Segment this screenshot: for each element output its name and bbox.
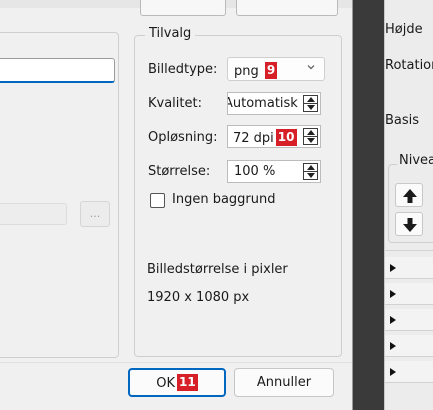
list-row[interactable]	[385, 283, 433, 305]
list-row[interactable]	[385, 309, 433, 331]
quality-value: Automatisk	[227, 96, 298, 111]
size-label: Størrelse:	[148, 164, 211, 179]
properties-panel: Højde Rotation Basis Niveau	[384, 0, 433, 410]
filename-input[interactable]	[0, 58, 115, 83]
base-label: Basis	[385, 113, 420, 128]
image-type-select[interactable]: png 9	[227, 57, 325, 81]
quality-label: Kvalitet:	[148, 96, 202, 111]
options-group-title: Tilvalg	[145, 26, 196, 41]
cancel-button[interactable]: Annuller	[234, 368, 334, 397]
callout-badge-10: 10	[275, 129, 297, 146]
expand-arrow-icon[interactable]	[390, 368, 396, 376]
no-background-checkbox[interactable]	[150, 193, 165, 208]
expand-arrow-icon[interactable]	[390, 290, 396, 298]
footer-divider	[0, 362, 352, 363]
size-value: 100 %	[234, 164, 276, 179]
browse-button[interactable]: ...	[80, 201, 110, 227]
rotation-label: Rotation	[385, 58, 433, 73]
expand-arrow-icon[interactable]	[390, 316, 396, 324]
ok-button[interactable]: OK 11	[128, 368, 226, 397]
list-row[interactable]	[385, 335, 433, 357]
image-type-value: png 9	[234, 62, 278, 79]
height-label: Højde	[385, 22, 423, 37]
spinner-arrows-icon[interactable]	[303, 95, 318, 112]
resolution-label: Opløsning:	[148, 130, 218, 145]
export-dialog: ... Tilvalg Billedtype: png 9 Kvalitet: …	[0, 0, 353, 410]
list-row[interactable]	[385, 361, 433, 383]
level-group-title: Niveau	[397, 153, 433, 168]
spinner-arrows-icon[interactable]	[303, 163, 318, 180]
arrow-down-icon	[403, 218, 417, 232]
list-row[interactable]	[385, 257, 433, 279]
no-background-label: Ingen baggrund	[172, 192, 276, 207]
move-up-button[interactable]	[395, 183, 423, 207]
expand-arrow-icon[interactable]	[390, 264, 396, 272]
pixel-size-label: Billedstørrelse i pixler	[147, 262, 288, 277]
callout-badge-9: 9	[264, 62, 278, 79]
arrow-up-icon	[403, 189, 417, 203]
size-spinner[interactable]: 100 %	[227, 160, 321, 183]
image-type-label: Billedtype:	[148, 62, 218, 77]
folder-input[interactable]	[0, 203, 67, 225]
ok-button-label: OK	[156, 376, 176, 391]
spinner-arrows-icon[interactable]	[303, 128, 318, 145]
resolution-value: 72 dpi 10	[233, 129, 297, 146]
resolution-spinner[interactable]: 72 dpi 10	[227, 125, 321, 148]
top-button-left[interactable]	[140, 0, 226, 16]
expand-arrow-icon[interactable]	[390, 342, 396, 350]
move-down-button[interactable]	[395, 212, 423, 236]
chevron-down-icon	[307, 65, 315, 70]
panel-divider	[385, 250, 433, 251]
quality-spinner[interactable]: Automatisk	[227, 92, 321, 115]
top-button-right[interactable]	[236, 0, 338, 16]
callout-badge-11: 11	[177, 374, 198, 391]
pixel-size-value: 1920 x 1080 px	[147, 290, 250, 305]
